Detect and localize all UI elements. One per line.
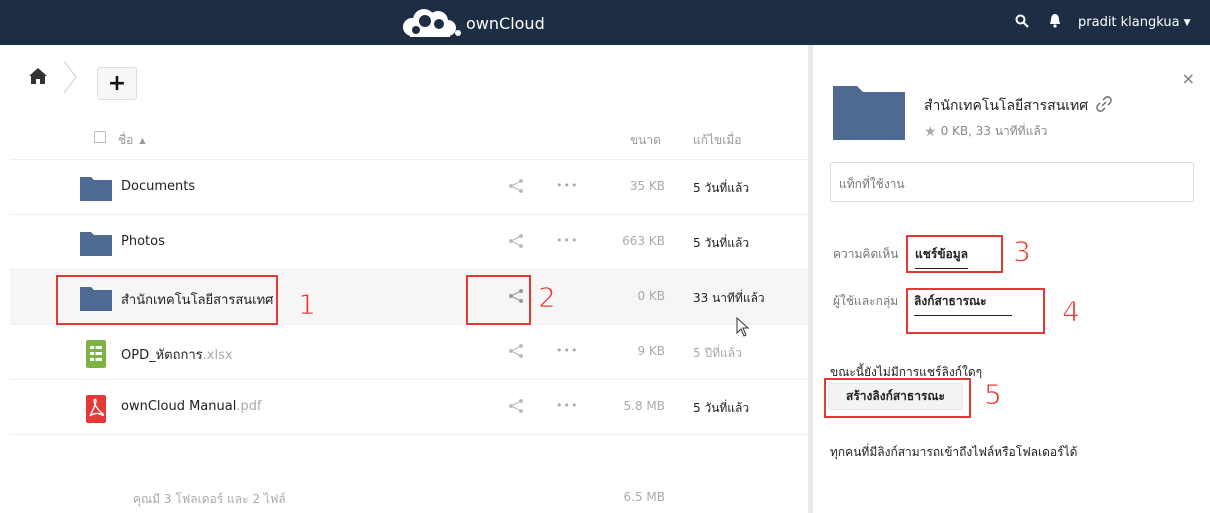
link-icon[interactable] bbox=[1096, 96, 1112, 116]
home-icon[interactable] bbox=[28, 67, 50, 89]
search-icon[interactable] bbox=[1015, 14, 1029, 32]
mouse-cursor-icon bbox=[736, 316, 750, 341]
annotation-number-1: 1 bbox=[298, 288, 317, 322]
table-row[interactable]: ownCloud Manual.pdf ••• 5.8 MB 5 วันที่แ… bbox=[10, 380, 818, 435]
file-modified: 33 นาทีที่แล้ว bbox=[693, 291, 765, 305]
star-icon[interactable]: ★ bbox=[924, 124, 937, 140]
user-menu[interactable]: pradit klangkua ▼ bbox=[1078, 15, 1191, 30]
share-icon[interactable] bbox=[508, 344, 524, 362]
sort-by-size[interactable]: ขนาด bbox=[630, 131, 661, 150]
table-row[interactable]: Photos ••• 663 KB 5 วันที่แล้ว bbox=[10, 215, 818, 270]
column-name-label: ชื่อ bbox=[118, 133, 134, 147]
sort-ascending-icon: ▲ bbox=[139, 136, 146, 145]
file-modified: 5 วันที่แล้ว bbox=[693, 236, 750, 250]
summary-size: 6.5 MB bbox=[623, 490, 665, 504]
owncloud-logo-icon bbox=[403, 9, 461, 37]
annotation-box-2 bbox=[466, 275, 531, 325]
breadcrumb: + bbox=[10, 45, 818, 113]
annotation-number-2: 2 bbox=[538, 281, 557, 315]
file-size: 0 KB bbox=[637, 289, 665, 303]
top-bar: ownCloud pradit klangkua ▼ bbox=[0, 0, 1210, 45]
annotation-box-4 bbox=[906, 288, 1045, 334]
file-size: 5.8 MB bbox=[623, 399, 665, 413]
more-options-icon[interactable]: ••• bbox=[556, 399, 578, 412]
annotation-number-3: 3 bbox=[1013, 235, 1032, 269]
share-icon[interactable] bbox=[508, 399, 524, 417]
annotation-box-1 bbox=[56, 275, 278, 325]
file-summary: คุณมี 3 โฟลเดอร์ และ 2 ไฟล์ 6.5 MB bbox=[10, 490, 818, 513]
table-row[interactable]: OPD_หัตถการ.xlsx ••• 9 KB 5 ปีที่แล้ว bbox=[10, 325, 818, 380]
annotation-number-5: 5 bbox=[984, 378, 1003, 412]
folder-icon bbox=[833, 82, 905, 144]
folder-icon bbox=[80, 230, 112, 260]
user-name: pradit klangkua bbox=[1078, 15, 1180, 30]
bell-icon[interactable] bbox=[1048, 13, 1062, 33]
more-options-icon[interactable]: ••• bbox=[556, 344, 578, 357]
table-row[interactable]: Documents ••• 35 KB 5 วันที่แล้ว bbox=[10, 160, 818, 215]
annotation-box-3 bbox=[906, 235, 1003, 273]
annotation-number-4: 4 bbox=[1062, 295, 1081, 329]
tags-input[interactable]: แท็กที่ใช้งาน bbox=[830, 162, 1194, 202]
file-size: 9 KB bbox=[637, 344, 665, 358]
logo[interactable]: ownCloud bbox=[398, 7, 545, 39]
spreadsheet-icon bbox=[80, 340, 112, 372]
tab-users-groups[interactable]: ผู้ใช้และกลุ่ม bbox=[833, 292, 898, 311]
pdf-icon bbox=[80, 395, 112, 427]
folder-name: สำนักเทคโนโลยีสารสนเทศ bbox=[924, 98, 1089, 114]
select-all-checkbox[interactable] bbox=[94, 131, 106, 143]
file-modified: 5 ปีที่แล้ว bbox=[693, 346, 742, 360]
caret-down-icon: ▼ bbox=[1183, 17, 1191, 28]
share-icon[interactable] bbox=[508, 234, 524, 252]
folder-meta-text: 0 KB, 33 นาทีที่แล้ว bbox=[940, 124, 1048, 138]
more-options-icon[interactable]: ••• bbox=[556, 179, 578, 192]
file-name[interactable]: OPD_หัตถการ.xlsx bbox=[121, 344, 233, 365]
more-options-icon[interactable]: ••• bbox=[556, 234, 578, 247]
breadcrumb-separator-icon bbox=[58, 59, 82, 95]
file-name[interactable]: ownCloud Manual.pdf bbox=[121, 399, 262, 414]
file-name[interactable]: Photos bbox=[121, 234, 165, 249]
file-name[interactable]: Documents bbox=[121, 179, 195, 194]
share-icon[interactable] bbox=[508, 179, 524, 197]
close-icon[interactable]: × bbox=[1182, 69, 1195, 88]
sort-by-modified[interactable]: แก้ไขเมื่อ bbox=[693, 131, 741, 150]
brand-name: ownCloud bbox=[466, 13, 545, 33]
file-modified: 5 วันที่แล้ว bbox=[693, 181, 750, 195]
file-size: 663 KB bbox=[622, 234, 665, 248]
public-link-note: ทุกคนที่มีลิงก์สามารถเข้าถึงไฟล์หรือโฟลเ… bbox=[830, 445, 1078, 459]
tab-comments[interactable]: ความคิดเห็น bbox=[833, 245, 898, 264]
details-sidebar: × สำนักเทคโนโลยีสารสนเทศ ★ 0 KB, 33 นาที… bbox=[813, 45, 1210, 513]
summary-text: คุณมี 3 โฟลเดอร์ และ 2 ไฟล์ bbox=[133, 492, 286, 506]
file-modified: 5 วันที่แล้ว bbox=[693, 401, 750, 415]
page: ownCloud pradit klangkua ▼ + ชื่อ ▲ ขนาด… bbox=[0, 0, 1210, 513]
table-header: ชื่อ ▲ ขนาด แก้ไขเมื่อ bbox=[10, 113, 818, 160]
sort-by-name[interactable]: ชื่อ ▲ bbox=[118, 131, 146, 150]
annotation-box-5 bbox=[824, 378, 971, 418]
sidebar-title: สำนักเทคโนโลยีสารสนเทศ bbox=[924, 95, 1112, 117]
folder-meta: ★ 0 KB, 33 นาทีที่แล้ว bbox=[924, 122, 1047, 141]
folder-icon bbox=[80, 175, 112, 205]
file-size: 35 KB bbox=[629, 179, 665, 193]
add-button[interactable]: + bbox=[97, 67, 137, 100]
